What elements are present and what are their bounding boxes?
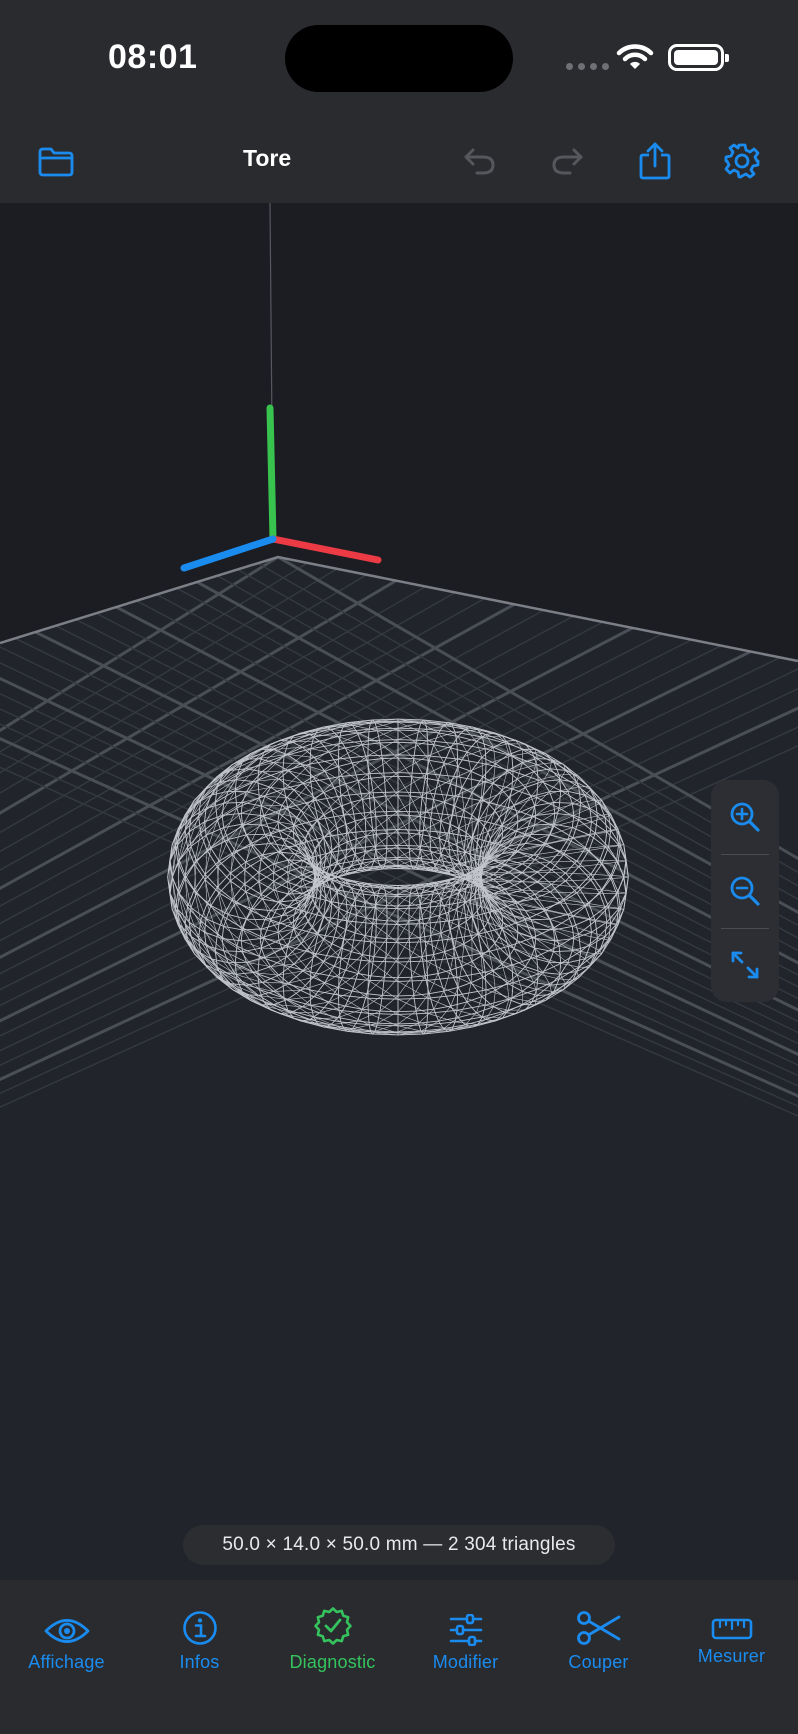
cellular-signal-icon bbox=[566, 63, 609, 70]
tab-couper[interactable]: Couper bbox=[532, 1580, 665, 1690]
nav-bar: Tore bbox=[0, 120, 798, 203]
fit-view-icon bbox=[731, 951, 759, 979]
settings-button[interactable] bbox=[717, 136, 767, 186]
checkmark-seal-icon bbox=[313, 1607, 352, 1645]
folder-button[interactable] bbox=[31, 136, 81, 186]
bottom-toolbar: Affichage Infos Diagnostic Modifier Coup… bbox=[0, 1580, 798, 1734]
zoom-controls bbox=[711, 780, 779, 1002]
scene-canvas[interactable] bbox=[0, 203, 798, 1580]
tab-label: Couper bbox=[568, 1652, 629, 1672]
redo-button[interactable] bbox=[542, 136, 592, 186]
tab-label: Mesurer bbox=[697, 1646, 766, 1666]
undo-button[interactable] bbox=[455, 136, 505, 186]
tab-infos[interactable]: Infos bbox=[133, 1580, 266, 1690]
zoom-out-icon bbox=[730, 876, 760, 906]
3d-viewport[interactable] bbox=[0, 203, 798, 1580]
ground-plane bbox=[0, 557, 798, 1580]
redo-icon bbox=[552, 148, 583, 175]
eye-icon bbox=[44, 1619, 89, 1643]
tab-label: Affichage bbox=[28, 1652, 105, 1672]
wifi-icon bbox=[616, 44, 654, 69]
scissors-icon bbox=[576, 1611, 620, 1645]
tab-mesurer[interactable]: Mesurer bbox=[665, 1580, 798, 1690]
zoom-out-button[interactable] bbox=[711, 854, 779, 928]
axis-x bbox=[269, 535, 382, 564]
tab-affichage[interactable]: Affichage bbox=[0, 1580, 133, 1690]
tab-modifier[interactable]: Modifier bbox=[399, 1580, 532, 1690]
gear-icon bbox=[724, 143, 760, 179]
undo-icon bbox=[464, 148, 495, 175]
axis-y bbox=[266, 404, 277, 543]
status-bar: 08:01 bbox=[0, 0, 798, 120]
model-info-chip: 50.0 × 14.0 × 50.0 mm — 2 304 triangles bbox=[183, 1525, 615, 1565]
tab-label: Infos bbox=[179, 1652, 220, 1672]
share-icon bbox=[639, 142, 671, 180]
folder-icon bbox=[38, 147, 74, 177]
tab-label: Diagnostic bbox=[289, 1652, 376, 1672]
battery-icon bbox=[668, 44, 729, 71]
document-title: Tore bbox=[243, 145, 292, 171]
status-time: 08:01 bbox=[108, 38, 198, 76]
info-icon bbox=[182, 1611, 217, 1645]
zoom-in-icon bbox=[730, 802, 760, 832]
dynamic-island bbox=[285, 25, 513, 92]
zoom-in-button[interactable] bbox=[711, 780, 779, 854]
fit-view-button[interactable] bbox=[711, 928, 779, 1002]
ruler-icon bbox=[711, 1618, 752, 1640]
tab-label: Modifier bbox=[432, 1652, 499, 1672]
share-button[interactable] bbox=[630, 136, 680, 186]
sliders-icon bbox=[449, 1614, 482, 1646]
tab-diagnostic[interactable]: Diagnostic bbox=[266, 1580, 399, 1690]
